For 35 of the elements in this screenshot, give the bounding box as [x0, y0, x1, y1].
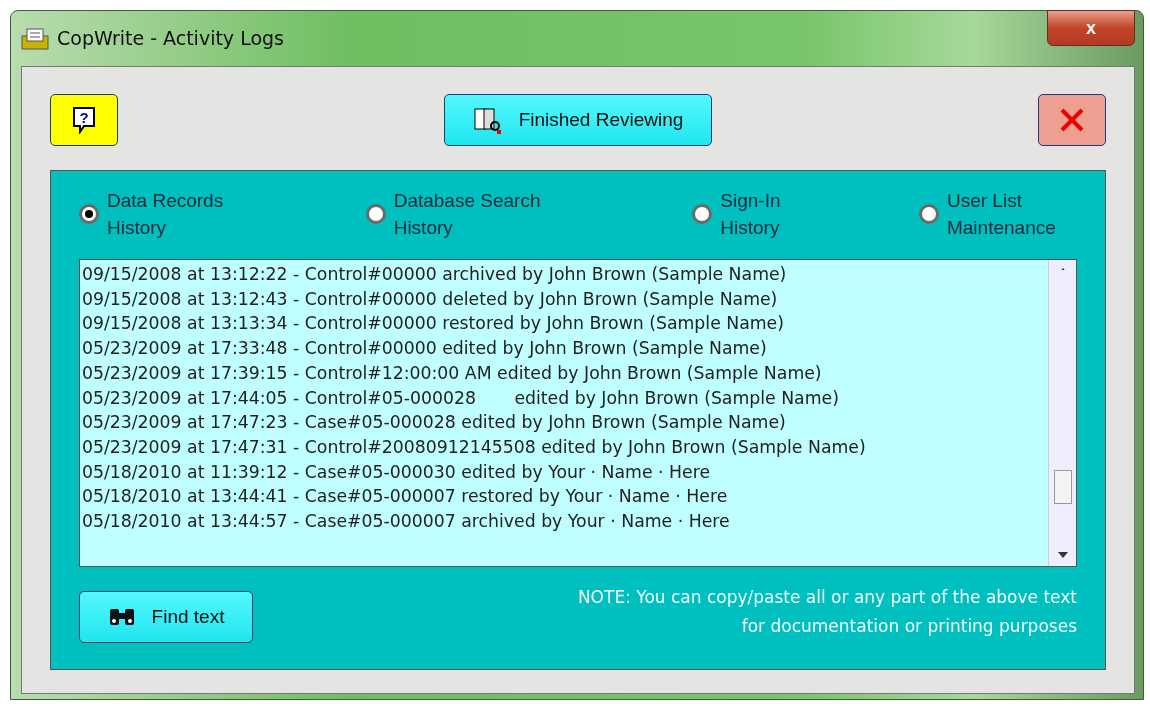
- log-line: 09/15/2008 at 13:13:34 - Control#00000 restored by John Brown (Sample Name): [82, 312, 784, 336]
- close-icon: [1059, 107, 1085, 133]
- radio-button[interactable]: [365, 204, 386, 224]
- document-icon: [472, 106, 503, 134]
- binoculars-icon: [107, 607, 136, 627]
- close-button[interactable]: x: [1047, 10, 1135, 46]
- scroll-thumb[interactable]: [1053, 470, 1072, 504]
- log-line: 05/18/2010 at 13:44:57 - Case#05-000007 archived by Your · Name · Here: [82, 510, 730, 534]
- folder-icon: [21, 27, 49, 50]
- log-line: 05/23/2009 at 17:47:31 - Control#20080912145508 edited by John Brown (Sample Name): [82, 435, 866, 459]
- finished-reviewing-button[interactable]: Finished Reviewing: [444, 94, 712, 146]
- find-text-button[interactable]: Find text: [79, 591, 253, 643]
- log-line: 05/23/2009 at 17:33:48 - Control#00000 edited by John Brown (Sample Name): [82, 337, 767, 361]
- radio-label[interactable]: Database Search History: [393, 187, 569, 241]
- window-title: CopWrite - Activity Logs: [57, 26, 284, 52]
- log-line: 05/23/2009 at 17:39:15 - Control#12:00:00 AM edited by John Brown (Sample Name): [82, 361, 822, 385]
- scrollbar[interactable]: [1048, 260, 1076, 566]
- note-text: NOTE: You can copy/paste all or any part of the above text for documentation or printing purposes: [576, 586, 1077, 638]
- log-line: 09/15/2008 at 13:12:43 - Control#00000 deleted by John Brown (Sample Name): [82, 287, 778, 311]
- close-button[interactable]: [1038, 94, 1106, 146]
- log-line: 05/18/2010 at 11:39:12 - Case#05-000030 edited by Your · Name · Here: [82, 460, 711, 484]
- radio-label[interactable]: Data Records History: [107, 187, 242, 241]
- log-line: 05/23/2009 at 17:47:23 - Case#05-000028 edited by John Brown (Sample Name): [82, 411, 786, 435]
- help-icon: ?: [72, 106, 96, 134]
- radio-label[interactable]: Sign-In History: [720, 187, 796, 241]
- help-button[interactable]: ?: [50, 94, 118, 146]
- log-line: 05/23/2009 at 17:44:05 - Control#05-000028 edited by John Brown (Sample Name): [82, 386, 839, 410]
- log-line: 09/15/2008 at 13:12:22 - Control#00000 archived by John Brown (Sample Name): [82, 263, 787, 286]
- radio-button[interactable]: [918, 204, 939, 224]
- radio-button[interactable]: [692, 204, 713, 224]
- scroll-down-icon[interactable]: [1057, 552, 1068, 558]
- log-text-area[interactable]: [79, 259, 1077, 567]
- log-line: 05/18/2010 at 13:44:41 - Case#05-000007 restored by Your · Name · Here: [82, 485, 728, 509]
- radio-label[interactable]: User List Maintenance: [946, 187, 1077, 241]
- radio-button[interactable]: [79, 204, 99, 224]
